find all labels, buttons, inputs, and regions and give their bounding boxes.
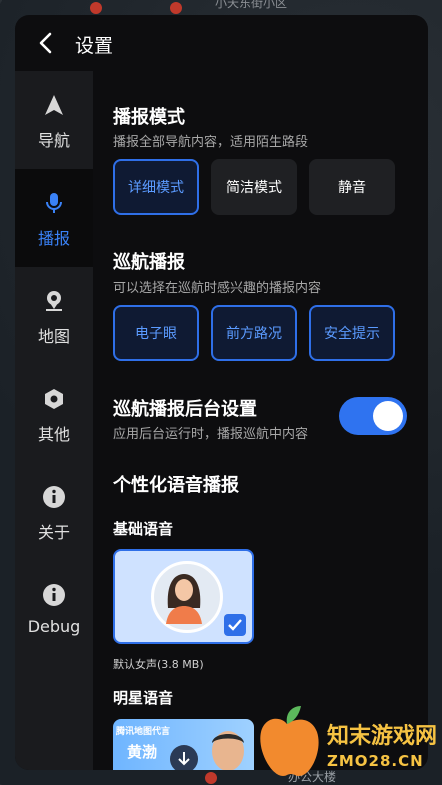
cruise-safety-button[interactable]: 安全提示 bbox=[309, 305, 395, 361]
cruise-background-toggle[interactable] bbox=[339, 397, 407, 435]
map-poi-icon bbox=[90, 2, 102, 14]
sidebar-item-label: 关于 bbox=[37, 523, 70, 542]
sidebar-item-navigation[interactable]: 导航 bbox=[15, 71, 93, 169]
avatar bbox=[151, 561, 223, 633]
star-voice-card[interactable]: 腾讯地图代言 黄渤 bbox=[113, 719, 254, 770]
female-avatar-icon bbox=[166, 574, 202, 624]
sidebar-item-other[interactable]: 其他 bbox=[15, 365, 93, 463]
map-poi-icon bbox=[170, 2, 182, 14]
info-icon bbox=[43, 584, 65, 606]
cruise-title: 巡航播报 bbox=[113, 252, 185, 273]
sidebar-item-broadcast[interactable]: 播报 bbox=[15, 169, 93, 267]
broadcast-mode-desc: 播报全部导航内容，适用陌生路段 bbox=[113, 135, 309, 150]
basic-voice-title: 基础语音 bbox=[113, 520, 174, 538]
apple-logo-icon bbox=[260, 706, 319, 776]
settings-panel: 设置 导航 播报 地图 其他 关于 Debug 播报模式 播报全部导航内容，适用… bbox=[15, 15, 428, 770]
watermark-title: 知末游戏网 bbox=[327, 724, 438, 749]
selected-check-icon bbox=[224, 614, 246, 636]
voice-title: 个性化语音播报 bbox=[113, 475, 239, 496]
watermark: 知末游戏网 ZMO28.CN bbox=[245, 700, 442, 785]
sidebar-item-label: 导航 bbox=[37, 131, 70, 150]
map-label: 小天东街小区 bbox=[215, 0, 288, 10]
star-voice-title: 明星语音 bbox=[113, 689, 174, 707]
default-voice-caption: 默认女声(3.8 MB) bbox=[113, 658, 204, 671]
cruise-desc: 可以选择在巡航时感兴趣的播报内容 bbox=[113, 281, 322, 296]
sidebar-item-debug[interactable]: Debug bbox=[15, 561, 93, 659]
download-icon bbox=[178, 752, 190, 766]
sidebar-item-label: Debug bbox=[27, 617, 81, 636]
sidebar-item-about[interactable]: 关于 bbox=[15, 463, 93, 561]
mode-detailed-button[interactable]: 详细模式 bbox=[113, 159, 199, 215]
star-name: 黄渤 bbox=[127, 743, 158, 761]
content-area: 播报模式 播报全部导航内容，适用陌生路段 详细模式 简洁模式 静音 巡航播报 可… bbox=[93, 71, 428, 770]
sidebar: 导航 播报 地图 其他 关于 Debug bbox=[15, 71, 93, 770]
microphone-icon bbox=[46, 193, 62, 213]
header: 设置 bbox=[15, 15, 428, 71]
cruise-background-desc: 应用后台运行时，播报巡航中内容 bbox=[113, 427, 309, 442]
cruise-camera-button[interactable]: 电子眼 bbox=[113, 305, 199, 361]
map-pin-icon bbox=[46, 291, 62, 311]
default-voice-card[interactable] bbox=[113, 549, 254, 644]
watermark-subtitle: ZMO28.CN bbox=[327, 752, 424, 770]
sidebar-item-map[interactable]: 地图 bbox=[15, 267, 93, 365]
toggle-knob bbox=[373, 401, 403, 431]
hexagon-icon bbox=[45, 389, 63, 409]
map-poi-icon bbox=[205, 772, 217, 784]
broadcast-mode-title: 播报模式 bbox=[113, 107, 185, 128]
cruise-traffic-button[interactable]: 前方路况 bbox=[211, 305, 297, 361]
sidebar-item-label: 播报 bbox=[37, 229, 70, 248]
mode-mute-button[interactable]: 静音 bbox=[309, 159, 395, 215]
sidebar-item-label: 地图 bbox=[37, 327, 70, 346]
star-card-caption: 腾讯地图代言 bbox=[116, 727, 171, 737]
cruise-background-title: 巡航播报后台设置 bbox=[113, 399, 257, 420]
mode-concise-button[interactable]: 简洁模式 bbox=[211, 159, 297, 215]
download-button[interactable] bbox=[170, 745, 198, 770]
sidebar-item-label: 其他 bbox=[37, 425, 70, 444]
navigation-arrow-icon bbox=[45, 95, 63, 115]
page-title: 设置 bbox=[75, 35, 114, 57]
back-icon[interactable] bbox=[35, 31, 57, 55]
info-icon bbox=[43, 486, 65, 508]
